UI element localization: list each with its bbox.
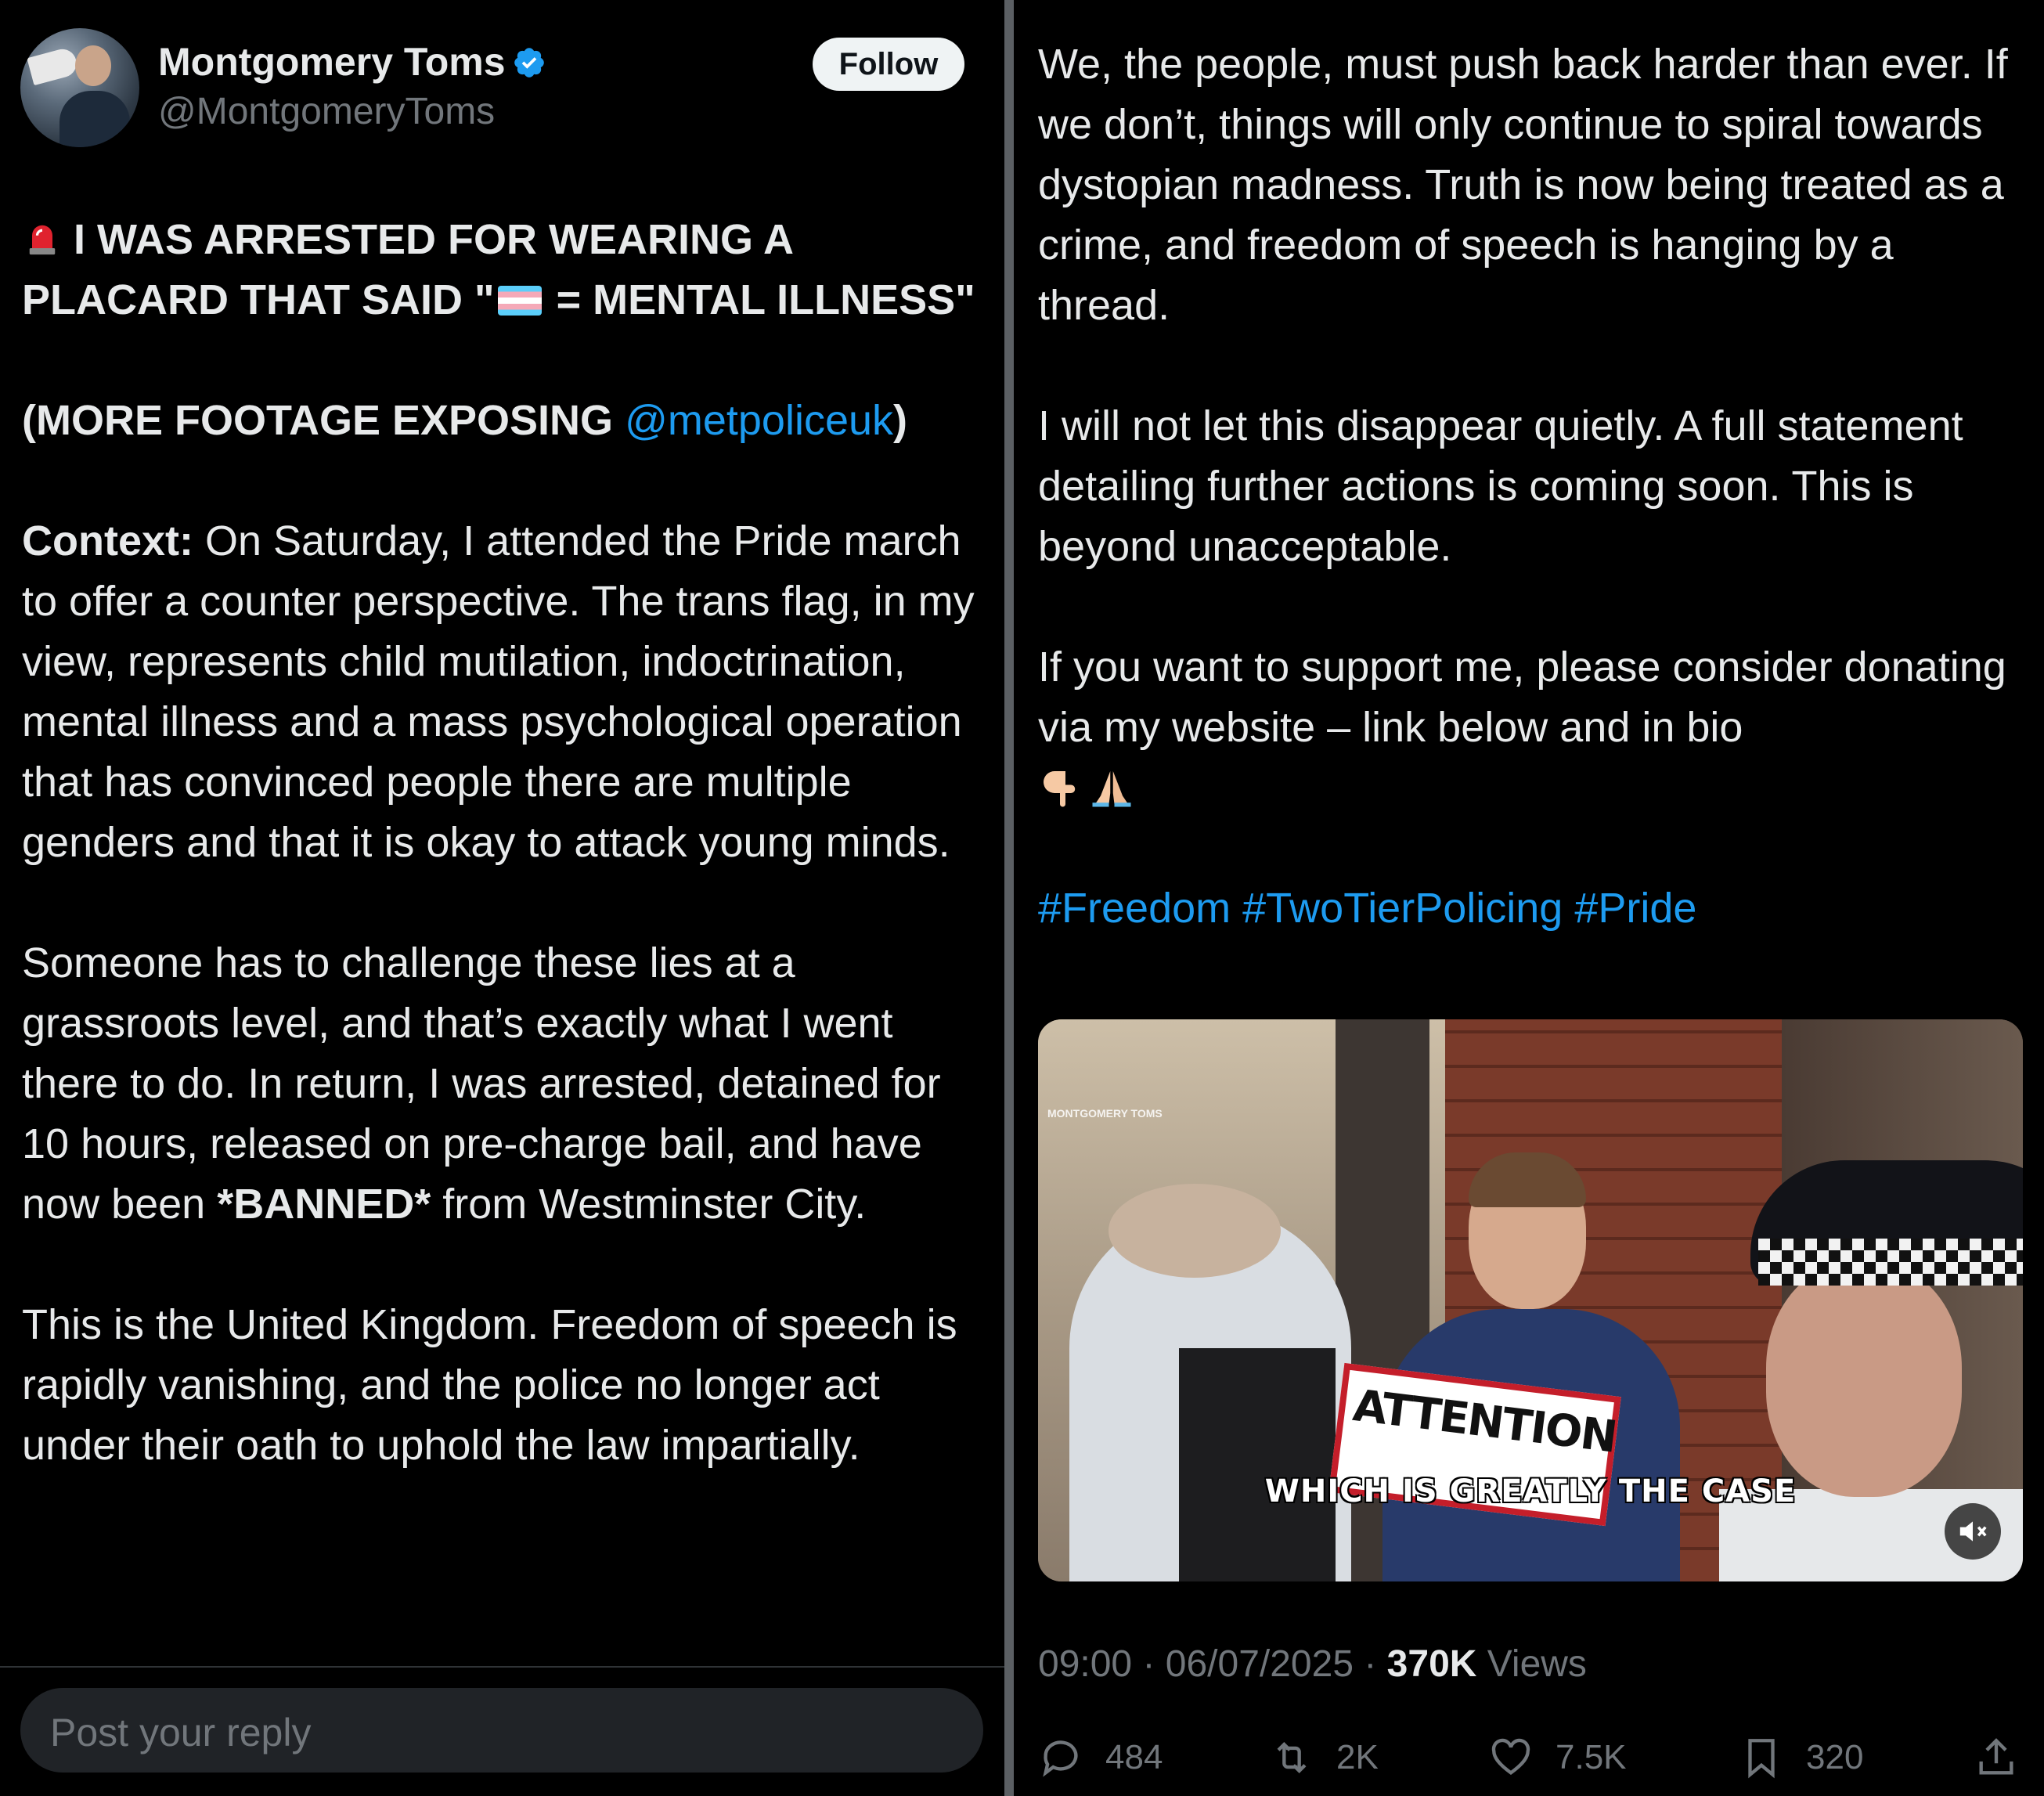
metpolice-mention-link[interactable]: @metpoliceuk xyxy=(625,397,893,444)
repost-action[interactable]: 2K xyxy=(1269,1730,1379,1785)
like-action[interactable]: 7.5K xyxy=(1488,1730,1627,1785)
video-caption: WHICH IS GREATLY THE CASE xyxy=(1264,1473,1797,1509)
heart-icon xyxy=(1491,1738,1530,1776)
tweet-text-continued: We, the people, must push back harder th… xyxy=(1038,41,2020,932)
mute-button[interactable] xyxy=(1945,1503,2001,1560)
bookmark-icon xyxy=(1748,1739,1775,1779)
like-count: 7.5K xyxy=(1556,1738,1627,1776)
tweet-meta: 09:00 · 06/07/2025 · 370K Views xyxy=(1038,1643,1587,1685)
reply-input[interactable]: Post your reply xyxy=(20,1688,983,1773)
panel-divider xyxy=(1004,0,1014,1796)
reply-icon xyxy=(1043,1740,1078,1777)
video-police-officer-left xyxy=(1069,1184,1351,1581)
repost-count: 2K xyxy=(1336,1738,1379,1776)
hashtag-pride[interactable]: #Pride xyxy=(1574,885,1696,932)
tweet-video[interactable]: ATTENTION MONTGOMERY TOMS WHICH IS GREAT… xyxy=(1038,1019,2023,1581)
repost-icon xyxy=(1277,1742,1307,1773)
bookmark-count: 320 xyxy=(1806,1738,1864,1776)
left-screenshot-panel: Montgomery Toms @MontgomeryToms Follow I… xyxy=(0,0,1004,1796)
author-handle[interactable]: @MontgomeryToms xyxy=(158,90,495,133)
right-screenshot-panel: We, the people, must push back harder th… xyxy=(1014,0,2044,1796)
follow-button[interactable]: Follow xyxy=(813,38,964,91)
tweet-time[interactable]: 09:00 xyxy=(1038,1643,1132,1685)
verified-badge-icon xyxy=(514,48,544,78)
reply-count: 484 xyxy=(1105,1738,1163,1776)
video-watermark: MONTGOMERY TOMS xyxy=(1047,1107,1163,1120)
muted-speaker-icon xyxy=(1959,1521,1987,1542)
transgender-flag-emoji-icon xyxy=(497,286,542,316)
action-bar: 484 2K 7.5K 320 xyxy=(1014,1730,2044,1785)
bookmark-action[interactable]: 320 xyxy=(1739,1730,1863,1785)
pointing-down-emoji-icon xyxy=(1044,771,1076,807)
author-avatar[interactable] xyxy=(20,28,139,147)
folded-hands-emoji-icon xyxy=(1092,771,1131,807)
tweet-text-headline: I WAS ARRESTED FOR WEARING A PLACARD THA… xyxy=(22,216,986,1469)
hashtag-freedom[interactable]: #Freedom xyxy=(1038,885,1231,932)
reply-placeholder: Post your reply xyxy=(50,1711,312,1755)
author-name[interactable]: Montgomery Toms xyxy=(158,39,546,85)
share-icon xyxy=(1979,1738,2013,1775)
reply-divider xyxy=(0,1666,1004,1668)
share-action[interactable] xyxy=(1974,1730,2041,1785)
views-count: 370K xyxy=(1386,1643,1477,1685)
tweet-date[interactable]: 06/07/2025 xyxy=(1166,1643,1354,1685)
megaphone-icon xyxy=(27,45,80,86)
reply-action[interactable]: 484 xyxy=(1038,1730,1163,1785)
siren-emoji-icon xyxy=(29,225,56,255)
hashtag-twotierpolicing[interactable]: #TwoTierPolicing xyxy=(1242,885,1563,932)
